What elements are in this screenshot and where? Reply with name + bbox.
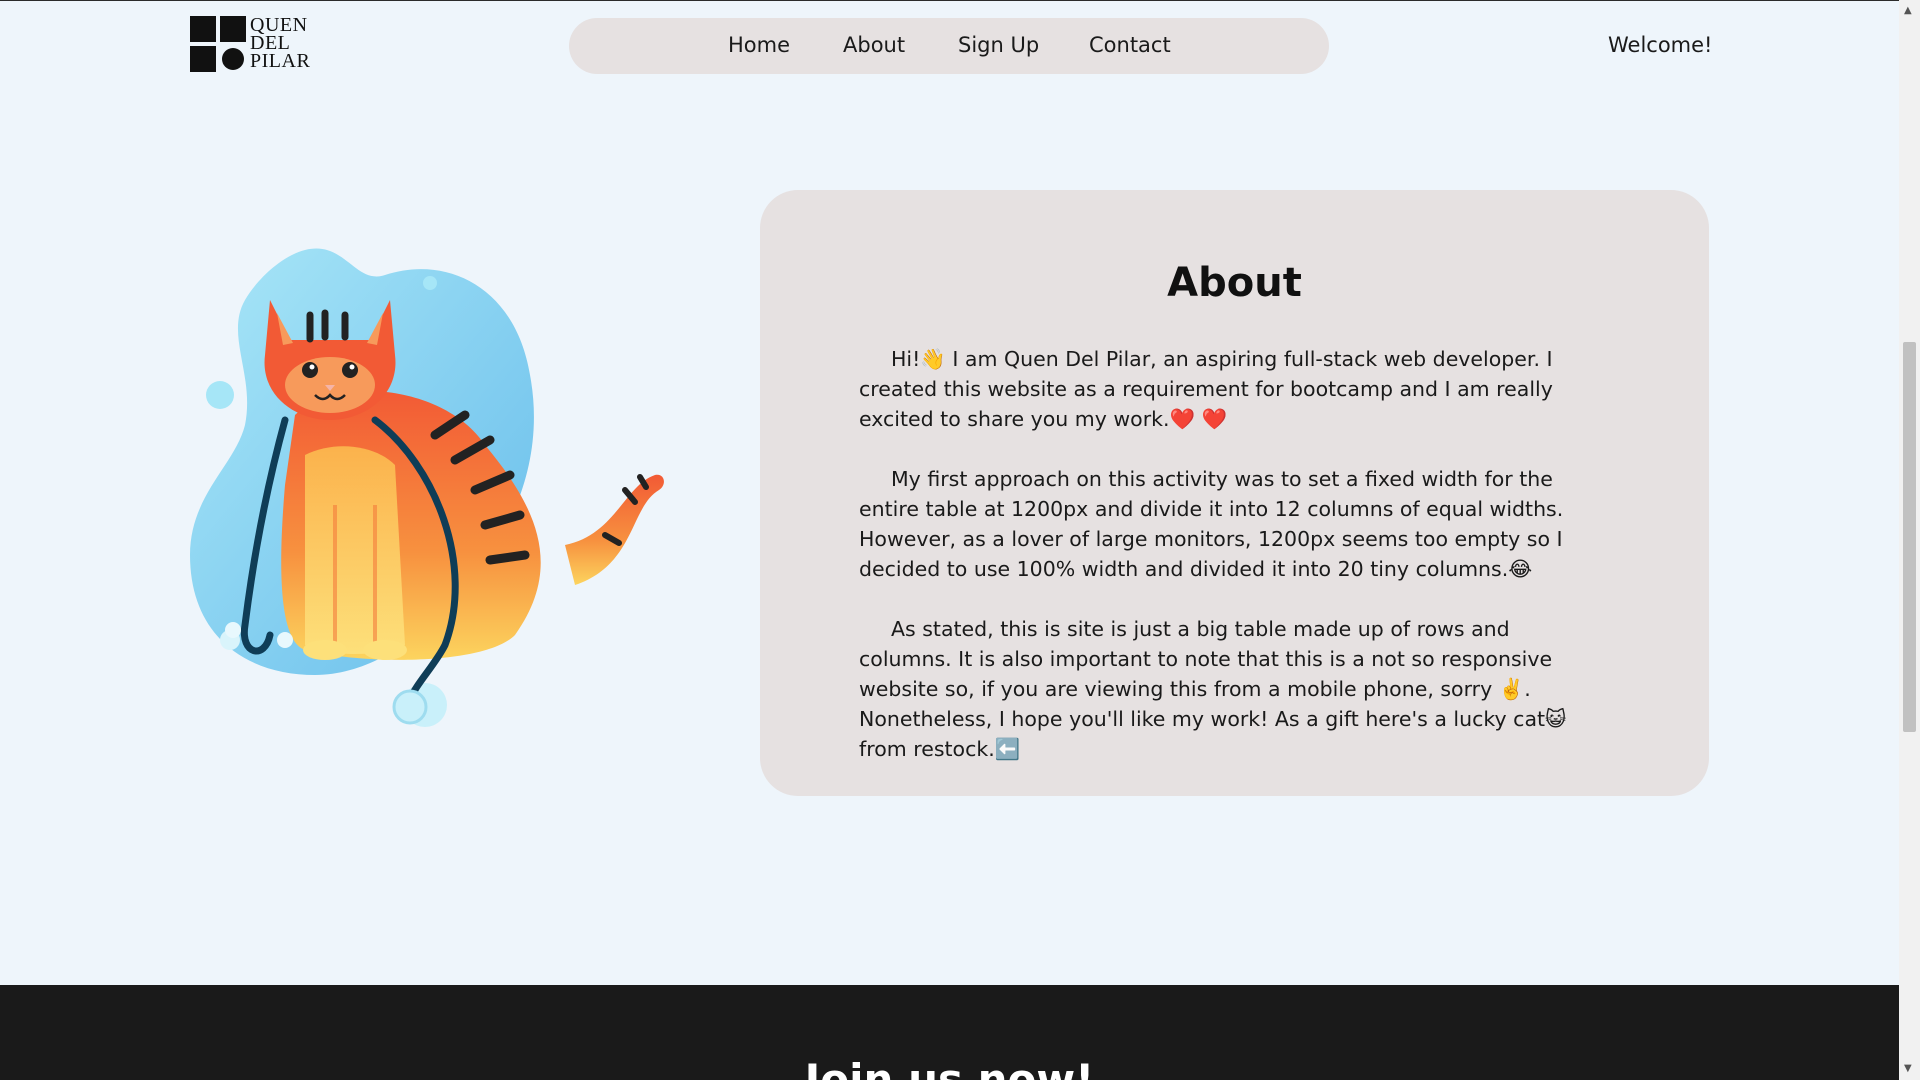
scroll-up-arrow-icon[interactable]: ▲: [1904, 6, 1912, 16]
top-border: [0, 0, 1899, 1]
nav-contact-link[interactable]: Contact: [1089, 33, 1171, 57]
scrollbar-thumb[interactable]: [1903, 342, 1916, 732]
cat-with-stethoscope-icon: [190, 248, 664, 727]
page-scrollbar[interactable]: ▲ ▼: [1899, 0, 1920, 1080]
nav-home-link[interactable]: Home: [728, 33, 790, 57]
footer-section: Join us now!: [0, 985, 1899, 1080]
nav-about-link[interactable]: About: [843, 33, 905, 57]
site-logo[interactable]: QUEN DEL PILAR: [190, 15, 315, 72]
logo-wordmark: QUEN DEL PILAR: [250, 15, 320, 72]
about-paragraph-2: My first approach on this activity was t…: [859, 467, 1564, 581]
join-heading: Join us now!: [804, 1055, 1095, 1080]
nav-signup-link[interactable]: Sign Up: [958, 33, 1039, 57]
about-heading: About: [1167, 260, 1302, 306]
main-nav: Home About Sign Up Contact: [569, 18, 1329, 74]
page: QUEN DEL PILAR Home About Sign Up Contac…: [0, 0, 1899, 1080]
about-paragraph-3: As stated, this is site is just a big ta…: [859, 617, 1567, 761]
logo-line-3: PILAR: [250, 50, 311, 72]
about-card: About Hi!👋 I am Quen Del Pilar, an aspir…: [760, 190, 1709, 796]
logo-mark-icon: [190, 16, 246, 72]
about-paragraph-1: Hi!👋 I am Quen Del Pilar, an aspiring fu…: [859, 347, 1553, 431]
scroll-down-arrow-icon[interactable]: ▼: [1904, 1064, 1912, 1074]
welcome-text: Welcome!: [1608, 33, 1713, 57]
lucky-cat-illustration: [185, 245, 670, 735]
